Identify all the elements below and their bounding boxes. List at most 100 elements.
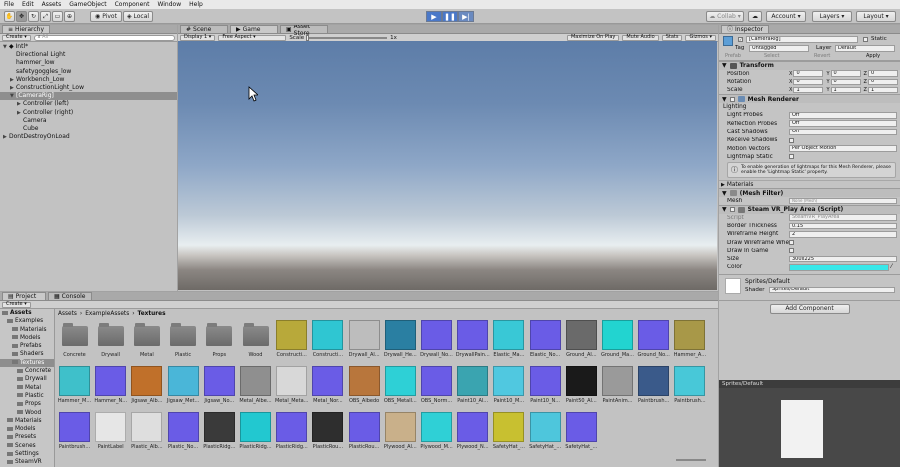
hierarchy-item[interactable]: ▶ ConstructionLight_Low	[0, 84, 177, 92]
hierarchy-item[interactable]: Directional Light	[0, 51, 177, 59]
project-tree-item[interactable]: Drywall	[0, 375, 54, 383]
asset-item[interactable]: OBS_Norm...	[420, 366, 453, 410]
project-tree-item[interactable]: Metal	[0, 384, 54, 392]
rotation-z-field[interactable]: 0	[867, 78, 898, 86]
asset-item[interactable]: Metal_Albe...	[239, 366, 272, 410]
color-swatch[interactable]	[789, 264, 889, 271]
mesh-renderer-header[interactable]: ▼ Mesh Renderer	[719, 94, 900, 103]
steamvr-enabled-checkbox[interactable]	[729, 207, 735, 213]
asset-item[interactable]: Ground_No...	[637, 320, 670, 364]
stats-toggle[interactable]: Stats	[661, 34, 683, 41]
asset-item[interactable]: Paintbrush...	[637, 366, 670, 410]
tab-scene[interactable]: # Scene	[180, 25, 228, 33]
position-x-field[interactable]: 0	[793, 70, 824, 77]
display-dropdown[interactable]: Display 1 ▾	[180, 34, 216, 41]
asset-item[interactable]: Hammer_A...	[673, 320, 706, 364]
asset-item[interactable]: Concrete	[58, 320, 91, 364]
asset-item[interactable]: Paint50_Al...	[565, 366, 598, 410]
asset-item[interactable]: Jigsaw_Met...	[167, 366, 200, 410]
play-button[interactable]: ▶	[426, 11, 442, 22]
scale-z-field[interactable]: 1	[867, 86, 898, 94]
hierarchy-item[interactable]: ▼ [CameraRig]	[0, 92, 177, 101]
step-button[interactable]: ▶|	[458, 11, 474, 22]
hierarchy-search-input[interactable]: ⌕ All	[33, 34, 175, 41]
hierarchy-item[interactable]: safetygoggles_low	[0, 68, 177, 76]
asset-item[interactable]: PlasticRidg...	[275, 412, 308, 456]
asset-item[interactable]: Wood	[239, 320, 272, 364]
pause-button[interactable]: ❚❚	[442, 11, 458, 22]
account-dropdown[interactable]: Account ▾	[766, 11, 806, 22]
wireframe-height-field[interactable]: 2	[789, 231, 897, 238]
project-tree-item[interactable]: Textures	[0, 358, 54, 368]
lighting-foldout[interactable]: Lighting	[719, 103, 900, 111]
border-thickness-field[interactable]: 0.15	[789, 222, 897, 230]
receive-shadows-checkbox[interactable]	[789, 137, 794, 143]
menu-help[interactable]: Help	[185, 0, 207, 9]
project-tree-item[interactable]: Examples	[0, 317, 54, 325]
breadcrumb-item[interactable]: Assets	[58, 311, 77, 317]
breadcrumb-item[interactable]: ExampleAssets	[85, 311, 129, 317]
asset-item[interactable]: SafetyHat_...	[492, 412, 525, 456]
asset-item[interactable]: Elastic_Ma...	[492, 320, 525, 364]
hierarchy-item[interactable]: ▼ ◆ Intl*	[0, 43, 177, 51]
project-tree-item[interactable]: Concrete	[0, 367, 54, 375]
asset-item[interactable]: Ground_Ma...	[601, 320, 634, 364]
rotation-y-field[interactable]: 0	[830, 78, 861, 86]
asset-item[interactable]: SafetyHat_...	[529, 412, 562, 456]
row-dropdown[interactable]: Off	[789, 112, 897, 119]
prefab-revert-button[interactable]: Revert	[814, 53, 830, 59]
asset-item[interactable]: Constructi...	[311, 320, 344, 364]
tab-hierarchy[interactable]: ≡ Hierarchy	[2, 25, 51, 33]
asset-item[interactable]: Jigsaw_No...	[203, 366, 236, 410]
tag-dropdown[interactable]: Untagged	[749, 45, 809, 52]
rotate-tool-button[interactable]: ↻	[28, 11, 39, 22]
asset-item[interactable]: Paint10_N...	[529, 366, 562, 410]
add-component-button[interactable]: Add Component	[769, 303, 850, 314]
pivot-toggle[interactable]: ◉ Pivot	[90, 11, 122, 22]
asset-item[interactable]: Constructi...	[275, 320, 308, 364]
hierarchy-item[interactable]: Cube	[0, 125, 177, 133]
hierarchy-item[interactable]: ▶ Workbench_Low	[0, 76, 177, 84]
size-dropdown[interactable]: 300x225	[789, 255, 897, 263]
prefab-apply-button[interactable]: Apply	[866, 53, 880, 59]
tab-project[interactable]: ▤ Project	[2, 292, 46, 300]
menu-edit[interactable]: Edit	[18, 0, 38, 9]
asset-item[interactable]: OBS_Metall...	[384, 366, 417, 410]
hierarchy-item[interactable]: Camera	[0, 117, 177, 125]
game-viewport[interactable]	[178, 41, 717, 290]
project-tree-item[interactable]: Props	[0, 400, 54, 408]
asset-item[interactable]: Paintbrush...	[58, 412, 91, 456]
prefab-select-button[interactable]: Select	[764, 53, 779, 59]
materials-foldout[interactable]: ▶ Materials	[719, 179, 900, 188]
hierarchy-item[interactable]: hammer_low	[0, 59, 177, 67]
asset-item[interactable]: Paintbrush...	[673, 366, 706, 410]
draw-wireframe-checkbox[interactable]	[789, 240, 794, 246]
tab-inspector[interactable]: ⓘ Inspector	[721, 25, 770, 33]
asset-item[interactable]: Jigsaw_Alb...	[130, 366, 163, 410]
asset-item[interactable]: Props	[203, 320, 236, 364]
row-dropdown[interactable]: Off	[789, 120, 897, 127]
asset-item[interactable]: PlasticRou...	[348, 412, 381, 456]
rect-tool-button[interactable]: ▭	[52, 11, 63, 22]
tab-console[interactable]: ▦ Console	[48, 292, 92, 300]
local-toggle[interactable]: ◈ Local	[123, 11, 153, 22]
motion-vectors-dropdown[interactable]: Per Object Motion	[789, 145, 897, 152]
move-tool-button[interactable]: ✥	[16, 11, 27, 22]
asset-item[interactable]: Metal_Meta...	[275, 366, 308, 410]
project-tree-item[interactable]: Models	[0, 425, 54, 433]
asset-item[interactable]: PaintLabel	[94, 412, 127, 456]
project-tree-item[interactable]: Prefabs	[0, 342, 54, 350]
asset-item[interactable]: Paint10_Al...	[456, 366, 489, 410]
asset-item[interactable]: DrywallPain...	[456, 320, 490, 364]
project-tree-item[interactable]: Scenes	[0, 442, 54, 450]
mesh-filter-header[interactable]: ▼ (Mesh Filter)	[719, 188, 900, 197]
menu-assets[interactable]: Assets	[38, 0, 66, 9]
gizmos-dropdown[interactable]: Gizmos ▾	[685, 34, 716, 41]
asset-item[interactable]: Hammer_N...	[94, 366, 127, 410]
hierarchy-item[interactable]: ▶ Controller (left)	[0, 100, 177, 108]
scale-slider-handle[interactable]	[306, 34, 310, 41]
asset-item[interactable]: SafetyHat_...	[565, 412, 598, 456]
tab-asset-store[interactable]: ▣ Asset Store	[280, 25, 328, 37]
project-tree-item[interactable]: Settings	[0, 450, 54, 458]
project-tree-item[interactable]: Materials	[0, 417, 54, 425]
